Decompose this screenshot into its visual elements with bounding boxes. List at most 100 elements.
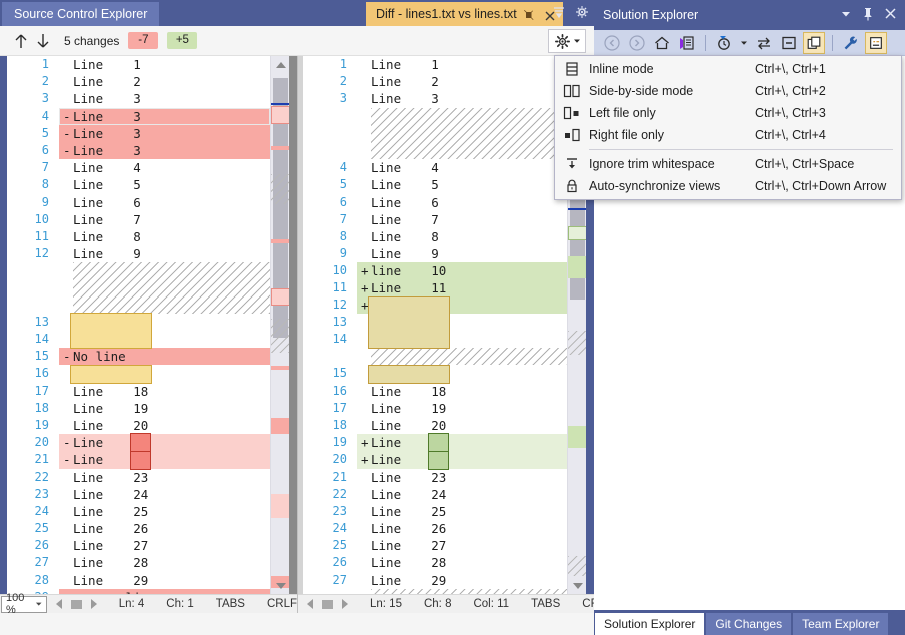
close-icon[interactable] <box>884 7 897 23</box>
zoom-level-combobox[interactable]: 100 % <box>1 596 47 613</box>
code-row[interactable]: 24Line 26 <box>305 520 567 537</box>
left-horizontal-scrollbar[interactable] <box>56 599 97 609</box>
code-row[interactable]: 22Line 24 <box>305 486 567 503</box>
left-vertical-scrollbar[interactable] <box>270 56 289 594</box>
code-row[interactable]: 16Line 17 <box>7 365 270 382</box>
code-row[interactable]: 24Line 25 <box>7 503 270 520</box>
chevron-down-icon[interactable] <box>840 8 852 23</box>
code-row[interactable]: 8Line 5 <box>7 176 270 193</box>
code-row[interactable]: 10Line 7 <box>7 211 270 228</box>
code-row[interactable]: 18Line 19 <box>7 400 270 417</box>
code-row[interactable]: 25Line 26 <box>7 520 270 537</box>
scroll-left-button[interactable] <box>56 599 62 609</box>
code-row[interactable] <box>305 142 567 159</box>
code-row[interactable]: 14Line 15 <box>305 331 567 348</box>
back-icon[interactable] <box>601 32 623 54</box>
code-row[interactable]: 4Line 4 <box>305 159 567 176</box>
tab-diff-lines[interactable]: Diff - lines1.txt vs lines.txt <box>366 2 563 26</box>
code-row[interactable]: 2Line 2 <box>7 73 270 90</box>
code-row[interactable]: 26Line 28 <box>305 554 567 571</box>
diff-settings-gear-button[interactable] <box>548 29 586 53</box>
right-code-area[interactable]: 1Line 12Line 23Line 3 4Line 45Line 56Line… <box>305 56 567 594</box>
code-row[interactable]: 11Line 8 <box>7 228 270 245</box>
code-row[interactable]: 1Line 1 <box>305 56 567 73</box>
code-row[interactable] <box>305 348 567 365</box>
code-row[interactable]: 5-Line 3 <box>7 125 270 142</box>
code-row[interactable]: 20-Line 20 <box>7 434 270 451</box>
menu-item-auto-synchronize-views[interactable]: Auto-synchronize viewsCtrl+\, Ctrl+Down … <box>555 175 901 197</box>
code-row[interactable]: 16Line 18 <box>305 383 567 400</box>
h-scroll-thumb[interactable] <box>322 600 333 609</box>
properties-icon[interactable] <box>840 32 862 54</box>
code-row[interactable]: 6Line 6 <box>305 194 567 211</box>
code-row[interactable]: 22Line 23 <box>7 469 270 486</box>
code-row[interactable]: 27Line 29 <box>305 572 567 589</box>
code-row[interactable] <box>7 262 270 279</box>
menu-item-ignore-trim-whitespace[interactable]: Ignore trim whitespaceCtrl+\, Ctrl+Space <box>555 153 901 175</box>
show-all-files-icon[interactable] <box>803 32 825 54</box>
code-row[interactable]: 13Line 14 <box>305 314 567 331</box>
h-scroll-thumb[interactable] <box>71 600 82 609</box>
diff-pane-left[interactable]: 1Line 12Line 23Line 34-Line 35-Line 36-L… <box>0 56 297 613</box>
code-row[interactable]: 27Line 28 <box>7 554 270 571</box>
code-row[interactable]: 3Line 3 <box>305 90 567 107</box>
code-row[interactable]: 7Line 4 <box>7 159 270 176</box>
code-row[interactable]: 23Line 24 <box>7 486 270 503</box>
left-code-area[interactable]: 1Line 12Line 23Line 34-Line 35-Line 36-L… <box>7 56 270 594</box>
code-row[interactable] <box>305 125 567 142</box>
pin-icon[interactable] <box>862 7 874 24</box>
code-row[interactable] <box>305 108 567 125</box>
code-row[interactable]: 8Line 8 <box>305 228 567 245</box>
code-row[interactable]: 23Line 25 <box>305 503 567 520</box>
code-row[interactable]: 21Line 23 <box>305 469 567 486</box>
code-row[interactable]: 11+Line 11 <box>305 279 567 296</box>
collapse-all-icon[interactable] <box>778 32 800 54</box>
code-row[interactable]: 20+Line 22 <box>305 451 567 468</box>
code-row[interactable]: 19+Line 21 <box>305 434 567 451</box>
forward-icon[interactable] <box>626 32 648 54</box>
code-row[interactable]: 10+line 10 <box>305 262 567 279</box>
code-row[interactable]: 1Line 1 <box>7 56 270 73</box>
code-row[interactable]: 9Line 6 <box>7 194 270 211</box>
code-row[interactable]: 13Line 14 <box>7 314 270 331</box>
code-row[interactable]: 14Line 15 <box>7 331 270 348</box>
code-row[interactable]: 4-Line 3 <box>7 108 270 125</box>
scroll-right-button[interactable] <box>91 599 97 609</box>
code-row[interactable] <box>7 279 270 296</box>
pin-icon[interactable] <box>523 7 537 21</box>
chevron-down-icon[interactable] <box>738 32 750 54</box>
code-row[interactable]: 18Line 20 <box>305 417 567 434</box>
code-row[interactable]: 26Line 27 <box>7 537 270 554</box>
tab-settings-gear-icon[interactable] <box>574 3 590 21</box>
code-row[interactable]: 15-No line <box>7 348 270 365</box>
sync-with-active-document-icon[interactable] <box>753 32 775 54</box>
code-row[interactable]: 25Line 27 <box>305 537 567 554</box>
diff-pane-right[interactable]: 1Line 12Line 23Line 3 4Line 45Line 56Line… <box>297 56 594 613</box>
code-row[interactable]: 12+Line 12 <box>305 297 567 314</box>
code-row[interactable]: 3Line 3 <box>7 90 270 107</box>
code-row[interactable]: 12Line 9 <box>7 245 270 262</box>
home-icon[interactable] <box>651 32 673 54</box>
scroll-down-button[interactable] <box>568 577 587 594</box>
code-row[interactable]: 5Line 5 <box>305 176 567 193</box>
code-row[interactable]: 21-Line 20 <box>7 451 270 468</box>
pending-changes-filter-icon[interactable] <box>713 32 735 54</box>
switch-views-icon[interactable] <box>676 32 698 54</box>
se-tab-solution-explorer[interactable]: Solution Explorer <box>595 613 704 635</box>
next-change-arrow-down-icon[interactable] <box>32 30 54 52</box>
preview-selected-items-icon[interactable] <box>865 32 887 54</box>
scroll-left-button[interactable] <box>307 599 313 609</box>
tab-source-control-explorer[interactable]: Source Control Explorer <box>2 2 159 26</box>
scroll-down-button[interactable] <box>271 577 290 594</box>
menu-item-right-file-only[interactable]: Right file onlyCtrl+\, Ctrl+4 <box>555 124 901 146</box>
se-tab-team-explorer[interactable]: Team Explorer <box>793 613 888 635</box>
code-row[interactable]: 19Line 20 <box>7 417 270 434</box>
right-horizontal-scrollbar[interactable] <box>307 599 348 609</box>
se-tab-git-changes[interactable]: Git Changes <box>706 613 791 635</box>
code-row[interactable]: 7Line 7 <box>305 211 567 228</box>
menu-item-inline-mode[interactable]: Inline modeCtrl+\, Ctrl+1 <box>555 58 901 80</box>
menu-item-side-by-side-mode[interactable]: Side-by-side modeCtrl+\, Ctrl+2 <box>555 80 901 102</box>
code-row[interactable]: 2Line 2 <box>305 73 567 90</box>
code-row[interactable] <box>7 297 270 314</box>
code-row[interactable]: 6-Line 3 <box>7 142 270 159</box>
